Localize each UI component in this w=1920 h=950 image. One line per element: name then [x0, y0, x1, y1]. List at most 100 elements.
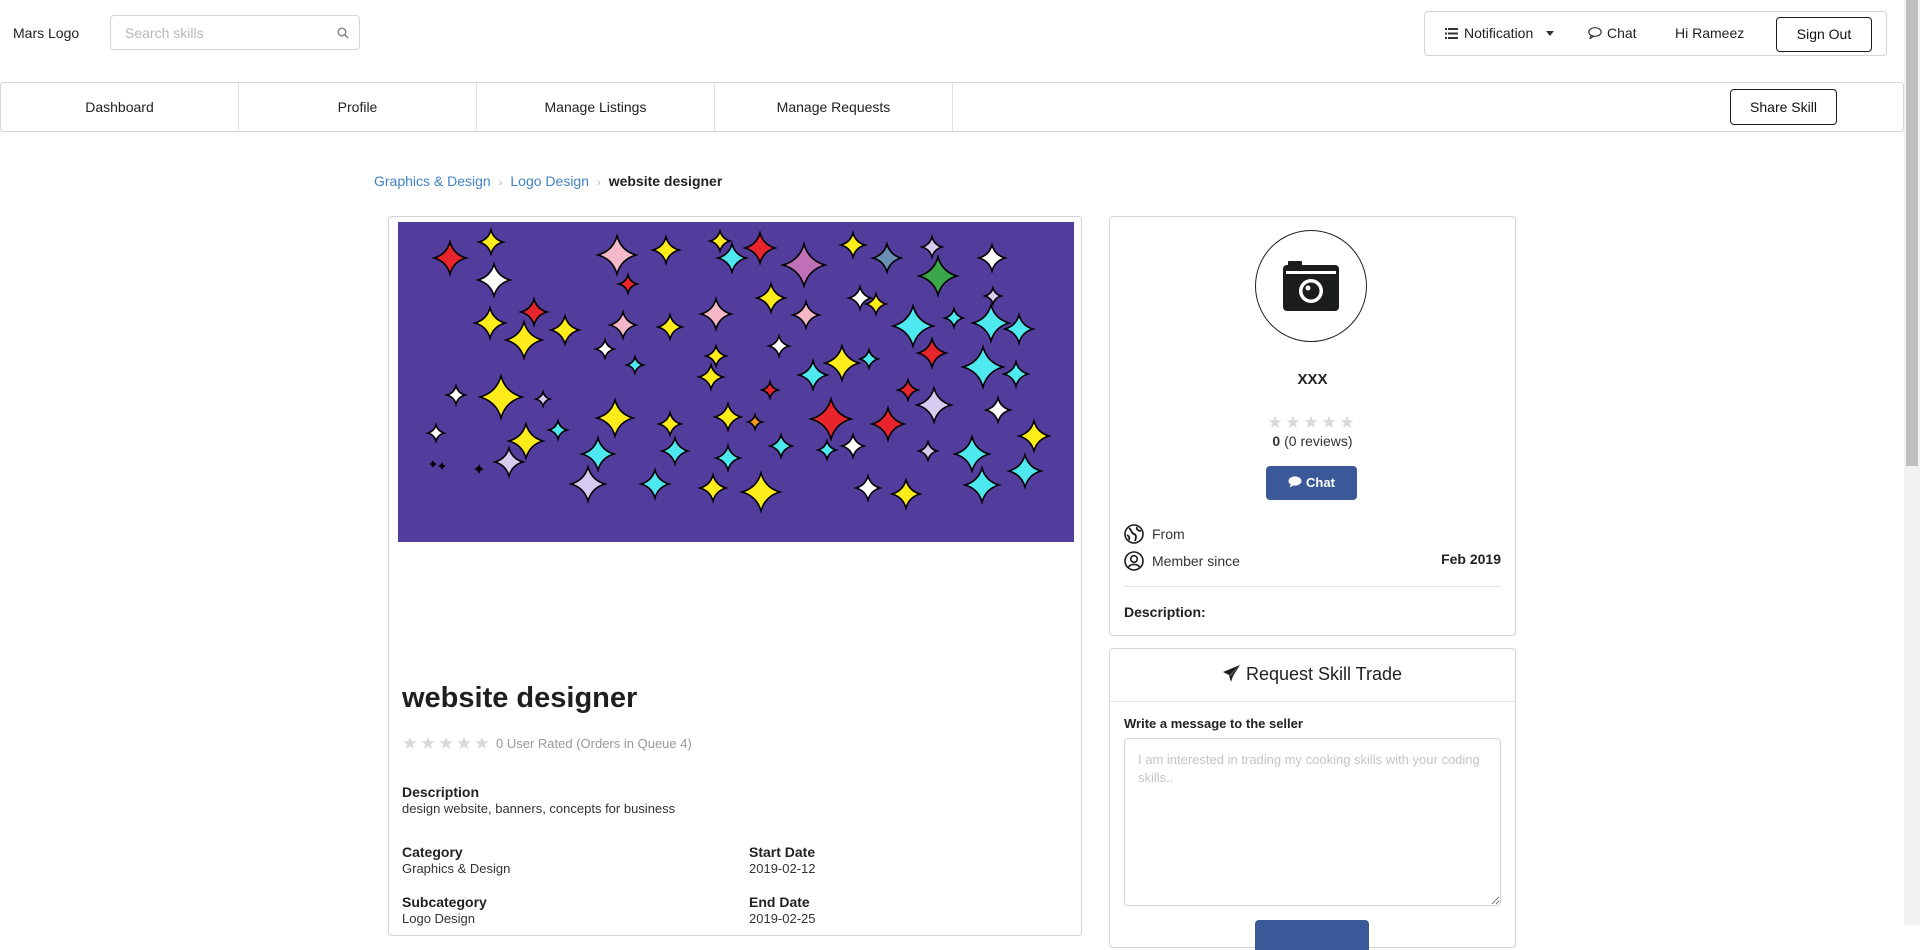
camera-icon	[1283, 261, 1339, 311]
seller-card: XXX 0 (0 reviews) Chat From Member since…	[1109, 216, 1516, 636]
sparkle-shape	[713, 443, 743, 473]
message-textarea[interactable]	[1124, 738, 1501, 906]
sparkle-shape	[703, 343, 729, 369]
seller-description-label: Description:	[1124, 604, 1206, 620]
page-scrollbar-thumb[interactable]	[1906, 0, 1918, 466]
category-value: Graphics & Design	[402, 861, 511, 876]
sparkle-shape	[533, 389, 553, 409]
user-icon	[1124, 551, 1144, 571]
star-icon	[403, 736, 417, 750]
sparkle-shape	[822, 343, 862, 383]
divider	[1124, 586, 1501, 587]
request-skill-trade-card: Request Skill Trade Write a message to t…	[1109, 648, 1516, 950]
avatar[interactable]	[1255, 230, 1367, 342]
sparkle-shape	[546, 418, 570, 442]
chat-link[interactable]: Chat	[1588, 12, 1637, 55]
list-icon	[1445, 28, 1458, 39]
skill-rating-text: 0 User Rated (Orders in Queue 4)	[496, 736, 692, 751]
sparkle-shape	[870, 241, 904, 275]
sparkle-shape	[890, 303, 936, 349]
sparkle-shape	[698, 296, 734, 332]
site-logo[interactable]: Mars Logo	[13, 25, 79, 41]
sparkle-shape	[444, 383, 468, 407]
caret-down-icon	[1546, 31, 1555, 36]
sparkle-shape	[742, 230, 778, 266]
sparkle-shape	[808, 396, 854, 442]
star-icon	[1322, 415, 1335, 429]
sparkle-shape	[767, 432, 795, 460]
sparkle-shape	[548, 313, 582, 347]
skill-image	[398, 222, 1074, 542]
end-date-value: 2019-02-25	[749, 911, 816, 926]
seller-reviews: 0 (0 reviews)	[1110, 433, 1515, 449]
sparkle-shape	[696, 362, 726, 392]
star-icon	[1286, 415, 1299, 429]
sparkle-shape	[960, 344, 1006, 390]
nav-dashboard[interactable]: Dashboard	[1, 83, 239, 131]
search-icon[interactable]	[337, 27, 349, 39]
sparkle-shape	[1006, 452, 1044, 490]
sparkle-shape	[712, 401, 744, 433]
breadcrumb-subcategory[interactable]: Logo Design	[510, 173, 589, 189]
sparkle-shape	[650, 234, 682, 266]
nav-manage-requests[interactable]: Manage Requests	[715, 83, 953, 131]
sparkle-shape	[766, 333, 792, 359]
sparkle-shape	[914, 385, 954, 425]
sparkle-shape	[593, 337, 617, 361]
sparkle-shape	[982, 285, 1004, 307]
star-icon	[1304, 415, 1317, 429]
globe-icon	[1124, 524, 1144, 544]
sparkle-shape	[518, 296, 550, 328]
sparkle-shape	[796, 358, 830, 392]
seller-name[interactable]: XXX	[1110, 371, 1515, 388]
seller-chat-button[interactable]: Chat	[1266, 466, 1357, 500]
seller-stars	[1110, 414, 1515, 430]
search-input[interactable]	[111, 16, 331, 49]
user-greeting[interactable]: Hi Rameez	[1675, 12, 1744, 55]
share-skill-button[interactable]: Share Skill	[1730, 89, 1837, 125]
star-icon	[421, 736, 435, 750]
sparkle-shape	[838, 230, 868, 260]
sparkle-shape	[846, 284, 874, 312]
sparkle-shape	[790, 299, 822, 331]
sparkle-shape	[869, 405, 907, 443]
nav-profile[interactable]: Profile	[239, 83, 477, 131]
sparkle-shape	[895, 377, 921, 403]
sparkle-shape	[889, 477, 923, 511]
chat-label: Chat	[1607, 25, 1637, 41]
sparkle-shape	[754, 281, 788, 315]
star-icon	[1268, 415, 1281, 429]
nav-manage-listings[interactable]: Manage Listings	[477, 83, 715, 131]
subcategory-value: Logo Design	[402, 911, 475, 926]
sparkle-shape	[697, 472, 729, 504]
sparkle-shape	[492, 445, 526, 479]
search-box[interactable]	[110, 15, 360, 50]
sparkle-shape	[853, 473, 883, 503]
sparkle-shape	[474, 464, 484, 474]
sparkle-shape	[857, 347, 881, 371]
breadcrumb-category[interactable]: Graphics & Design	[374, 173, 491, 189]
sign-out-button[interactable]: Sign Out	[1776, 17, 1872, 52]
skill-rating: 0 User Rated (Orders in Queue 4)	[403, 736, 692, 751]
seller-reviews-count: (0 reviews)	[1284, 433, 1353, 449]
sparkle-shape	[503, 319, 545, 361]
notification-dropdown[interactable]: Notification	[1445, 12, 1555, 55]
end-date-label: End Date	[749, 894, 810, 910]
sparkle-shape	[429, 460, 437, 468]
sparkles-illustration	[425, 227, 1052, 514]
breadcrumb-divider: ›	[597, 177, 601, 189]
from-label: From	[1152, 526, 1185, 542]
sparkle-shape	[1001, 359, 1031, 389]
sparkle-shape	[656, 410, 684, 438]
sparkle-shape	[472, 305, 508, 341]
main-nav: Dashboard Profile Manage Listings Manage…	[0, 82, 1904, 132]
trade-header: Request Skill Trade	[1110, 649, 1515, 702]
sparkle-shape	[568, 464, 608, 504]
sparkle-shape	[707, 228, 733, 254]
sparkle-shape	[916, 439, 940, 463]
sparkle-shape	[983, 395, 1013, 425]
sparkle-shape	[915, 336, 949, 370]
paper-plane-icon	[1222, 665, 1240, 682]
star-icon	[475, 736, 489, 750]
start-date-label: Start Date	[749, 844, 816, 860]
